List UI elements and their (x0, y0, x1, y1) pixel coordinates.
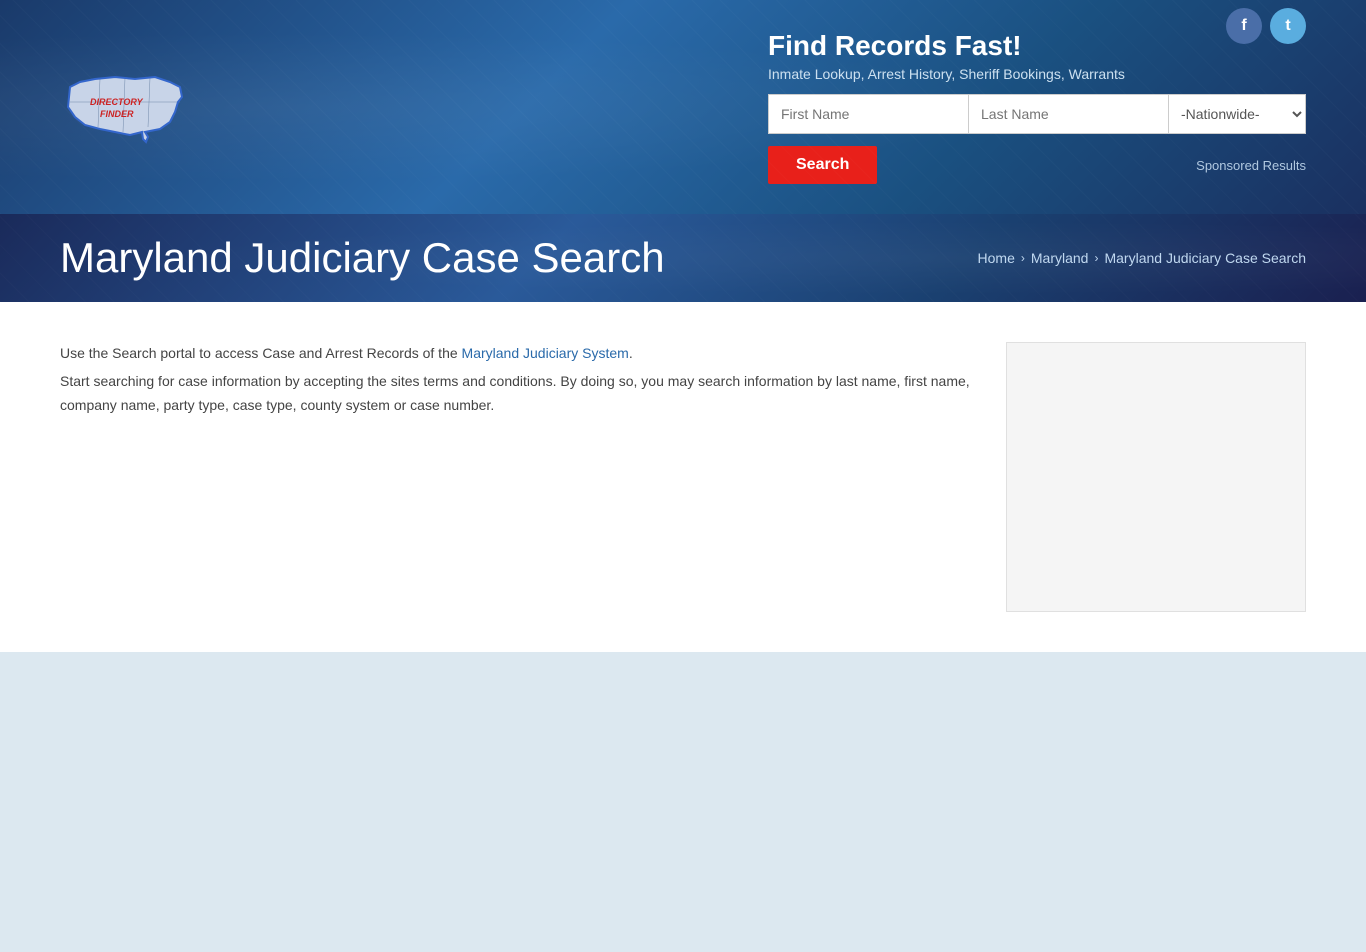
bottom-area (0, 652, 1366, 952)
search-area: Find Records Fast! Inmate Lookup, Arrest… (768, 30, 1306, 184)
svg-text:FINDER: FINDER (100, 109, 134, 119)
find-records-subtitle: Inmate Lookup, Arrest History, Sheriff B… (768, 66, 1125, 82)
breadcrumb-maryland-link[interactable]: Maryland (1031, 250, 1089, 266)
description-paragraph-2: Start searching for case information by … (60, 370, 976, 418)
search-bottom: Search Sponsored Results (768, 146, 1306, 184)
description-paragraph-1: Use the Search portal to access Case and… (60, 342, 976, 366)
state-select[interactable]: -Nationwide-AlabamaAlaskaArizonaArkansas… (1168, 94, 1306, 134)
breadcrumb: Home › Maryland › Maryland Judiciary Cas… (978, 250, 1306, 266)
logo-map: DIRECTORY FINDER (60, 67, 190, 147)
social-bar: f t (1226, 8, 1306, 44)
twitter-icon[interactable]: t (1270, 8, 1306, 44)
last-name-input[interactable] (968, 94, 1168, 134)
search-form: -Nationwide-AlabamaAlaskaArizonaArkansas… (768, 94, 1306, 134)
breadcrumb-banner: Maryland Judiciary Case Search Home › Ma… (0, 214, 1366, 302)
sponsored-results-text: Sponsored Results (1116, 158, 1306, 173)
breadcrumb-home-link[interactable]: Home (978, 250, 1015, 266)
breadcrumb-current: Maryland Judiciary Case Search (1104, 250, 1306, 266)
sidebar-advertisement (1006, 342, 1306, 612)
page-title: Maryland Judiciary Case Search (60, 234, 665, 282)
logo-area: DIRECTORY FINDER (60, 67, 190, 147)
first-name-input[interactable] (768, 94, 968, 134)
maryland-judiciary-link[interactable]: Maryland Judiciary System (462, 345, 629, 361)
find-records-title: Find Records Fast! (768, 30, 1022, 62)
logo-container: DIRECTORY FINDER (60, 67, 190, 147)
svg-text:DIRECTORY: DIRECTORY (90, 97, 144, 107)
main-content: Use the Search portal to access Case and… (0, 302, 1366, 652)
facebook-icon[interactable]: f (1226, 8, 1262, 44)
search-button[interactable]: Search (768, 146, 877, 184)
breadcrumb-separator-1: › (1021, 251, 1025, 265)
header: DIRECTORY FINDER Find Records Fast! Inma… (0, 0, 1366, 214)
breadcrumb-separator-2: › (1094, 251, 1098, 265)
content-text: Use the Search portal to access Case and… (60, 342, 976, 612)
